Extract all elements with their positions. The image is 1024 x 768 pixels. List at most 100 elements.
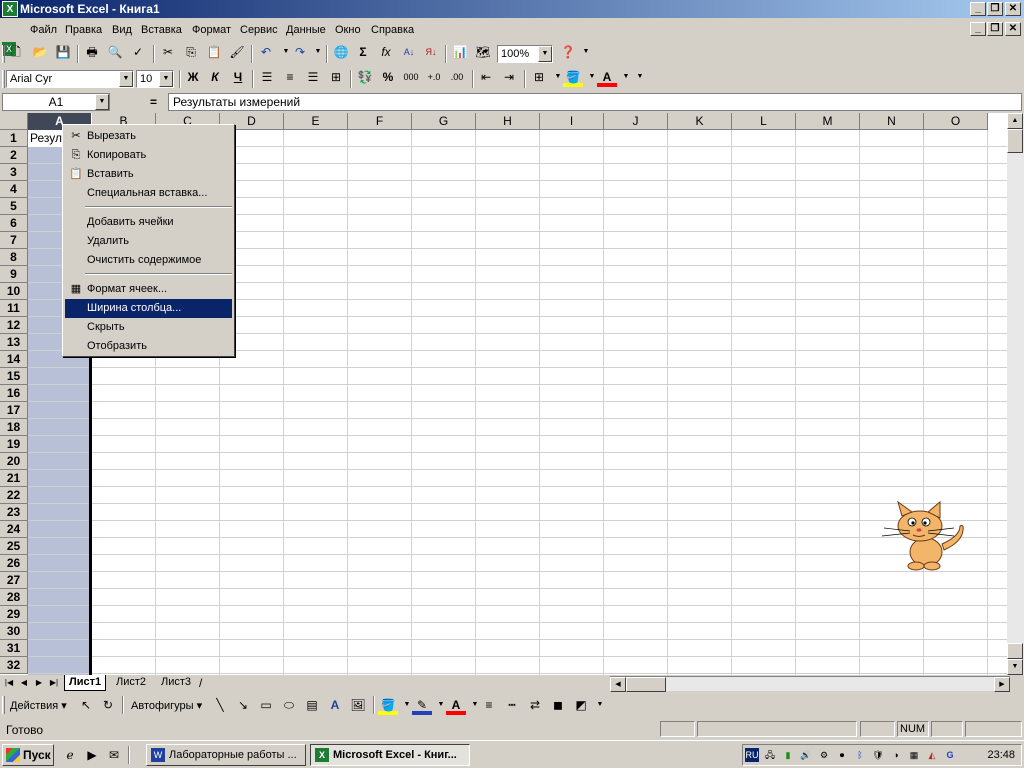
- free-rotate-icon[interactable]: ↻: [98, 695, 118, 715]
- doc-close-button[interactable]: ✕: [1005, 22, 1021, 36]
- menu-tools[interactable]: Сервис: [240, 24, 278, 36]
- autoshapes-menu[interactable]: Автофигуры ▾: [131, 699, 202, 712]
- toolbar-options-icon[interactable]: ▼: [590, 695, 610, 715]
- taskbar-excel[interactable]: X Microsoft Excel - Книг...: [310, 744, 470, 766]
- tray-icon[interactable]: G: [943, 748, 957, 762]
- select-objects-icon[interactable]: ↖: [76, 695, 96, 715]
- row-header[interactable]: 29: [0, 606, 28, 623]
- line-icon[interactable]: ╲: [210, 695, 230, 715]
- chevron-down-icon[interactable]: ▼: [538, 46, 552, 62]
- italic-button[interactable]: К: [205, 67, 225, 87]
- excel-icon[interactable]: X: [2, 1, 18, 17]
- menu-edit[interactable]: Правка: [65, 24, 102, 36]
- scroll-down-icon[interactable]: ▼: [1007, 659, 1023, 675]
- taskbar-word[interactable]: W Лабораторные работы ...: [146, 744, 306, 766]
- fill-color-icon[interactable]: 🪣: [563, 67, 583, 87]
- row-header[interactable]: 1: [0, 130, 28, 147]
- row-header[interactable]: 22: [0, 487, 28, 504]
- textbox-icon[interactable]: ▤: [302, 695, 322, 715]
- scroll-thumb[interactable]: [1007, 129, 1023, 153]
- doc-minimize-button[interactable]: _: [970, 22, 986, 36]
- spelling-icon[interactable]: ✓: [128, 42, 148, 62]
- row-header[interactable]: 10: [0, 283, 28, 300]
- row-header[interactable]: 4: [0, 181, 28, 198]
- paste-icon[interactable]: 📋: [204, 42, 224, 62]
- oval-icon[interactable]: ⬭: [279, 695, 299, 715]
- align-left-icon[interactable]: ☰: [257, 67, 277, 87]
- fill-color-icon[interactable]: 🪣: [378, 695, 398, 715]
- format-painter-icon[interactable]: 🖌: [227, 42, 247, 62]
- row-header[interactable]: 2: [0, 147, 28, 164]
- doc-restore-button[interactable]: ❐: [987, 22, 1003, 36]
- menu-item-delete[interactable]: Удалить: [65, 232, 232, 251]
- prev-sheet-icon[interactable]: ◀: [17, 676, 31, 690]
- tray-icon[interactable]: ⏺: [835, 748, 849, 762]
- font-color-icon[interactable]: A: [446, 695, 466, 715]
- menu-help[interactable]: Справка: [371, 24, 414, 36]
- row-header[interactable]: 3: [0, 164, 28, 181]
- increase-decimal-icon[interactable]: +.0: [424, 67, 444, 87]
- menu-view[interactable]: Вид: [112, 24, 132, 36]
- menu-window[interactable]: Окно: [335, 24, 361, 36]
- row-header[interactable]: 18: [0, 419, 28, 436]
- menu-data[interactable]: Данные: [286, 24, 326, 36]
- function-icon[interactable]: fx: [376, 42, 396, 62]
- last-sheet-icon[interactable]: ▶|: [47, 676, 61, 690]
- media-player-icon[interactable]: ▶: [82, 745, 102, 765]
- menu-item-column-width[interactable]: Ширина столбца...: [65, 299, 232, 318]
- close-button[interactable]: ✕: [1005, 2, 1021, 16]
- bold-button[interactable]: Ж: [183, 67, 203, 87]
- menu-item-clear-contents[interactable]: Очистить содержимое: [65, 251, 232, 270]
- vertical-scrollbar[interactable]: ▲ ▼: [1007, 113, 1024, 675]
- row-header[interactable]: 23: [0, 504, 28, 521]
- minimize-button[interactable]: _: [970, 2, 986, 16]
- decrease-indent-icon[interactable]: ⇤: [476, 67, 496, 87]
- office-assistant-cat[interactable]: [880, 500, 966, 572]
- formula-input[interactable]: Результаты измерений: [168, 93, 1022, 111]
- autosum-icon[interactable]: Σ: [353, 42, 373, 62]
- menu-format[interactable]: Формат: [192, 24, 231, 36]
- currency-icon[interactable]: 💱: [355, 67, 375, 87]
- scroll-left-icon[interactable]: ◀: [610, 677, 626, 692]
- row-header[interactable]: 32: [0, 657, 28, 674]
- scroll-right-icon[interactable]: ▶: [994, 677, 1010, 692]
- menu-item-paste-special[interactable]: Специальная вставка...: [65, 184, 232, 203]
- line-style-icon[interactable]: ≡: [479, 695, 499, 715]
- tray-icon[interactable]: ◑: [889, 748, 903, 762]
- row-header[interactable]: 6: [0, 215, 28, 232]
- chevron-down-icon[interactable]: ▼: [159, 71, 173, 87]
- name-box[interactable]: A1 ▼: [2, 93, 110, 111]
- h-scroll-thumb[interactable]: [626, 677, 666, 692]
- arrow-style-icon[interactable]: ⇄: [525, 695, 545, 715]
- dash-style-icon[interactable]: ┅: [502, 695, 522, 715]
- font-size-combo[interactable]: 10 ▼: [136, 70, 174, 88]
- restore-button[interactable]: ❐: [987, 2, 1003, 16]
- clipart-icon[interactable]: 🖼: [348, 695, 368, 715]
- bluetooth-icon[interactable]: ᛒ: [853, 748, 867, 762]
- row-header[interactable]: 26: [0, 555, 28, 572]
- menu-item-format-cells[interactable]: ▦ Формат ячеек...: [65, 280, 232, 299]
- rectangle-icon[interactable]: ▭: [256, 695, 276, 715]
- chart-wizard-icon[interactable]: 📊: [450, 42, 470, 62]
- redo-dropdown-icon[interactable]: ▼: [308, 42, 328, 62]
- row-header[interactable]: 16: [0, 385, 28, 402]
- sort-ascending-icon[interactable]: A↓: [399, 42, 419, 62]
- menu-item-cut[interactable]: ✂ Вырезать: [65, 127, 232, 146]
- column-header-h[interactable]: H: [476, 113, 540, 130]
- row-header[interactable]: 24: [0, 521, 28, 538]
- first-sheet-icon[interactable]: |◀: [2, 676, 16, 690]
- print-icon[interactable]: 🖶: [82, 42, 102, 62]
- row-header[interactable]: 28: [0, 589, 28, 606]
- wordart-icon[interactable]: A: [325, 695, 345, 715]
- sheet-tab[interactable]: Лист1: [64, 675, 107, 691]
- sort-descending-icon[interactable]: Я↓: [421, 42, 441, 62]
- menu-item-insert-cells[interactable]: Добавить ячейки: [65, 213, 232, 232]
- underline-button[interactable]: Ч: [228, 67, 248, 87]
- shadow-icon[interactable]: ◼: [548, 695, 568, 715]
- column-header-j[interactable]: J: [604, 113, 668, 130]
- start-button[interactable]: Пуск: [2, 744, 54, 766]
- column-header-g[interactable]: G: [412, 113, 476, 130]
- sheet-tab[interactable]: Лист3: [157, 675, 195, 691]
- tray-icon[interactable]: 🖧: [763, 748, 777, 762]
- align-center-icon[interactable]: ≡: [280, 67, 300, 87]
